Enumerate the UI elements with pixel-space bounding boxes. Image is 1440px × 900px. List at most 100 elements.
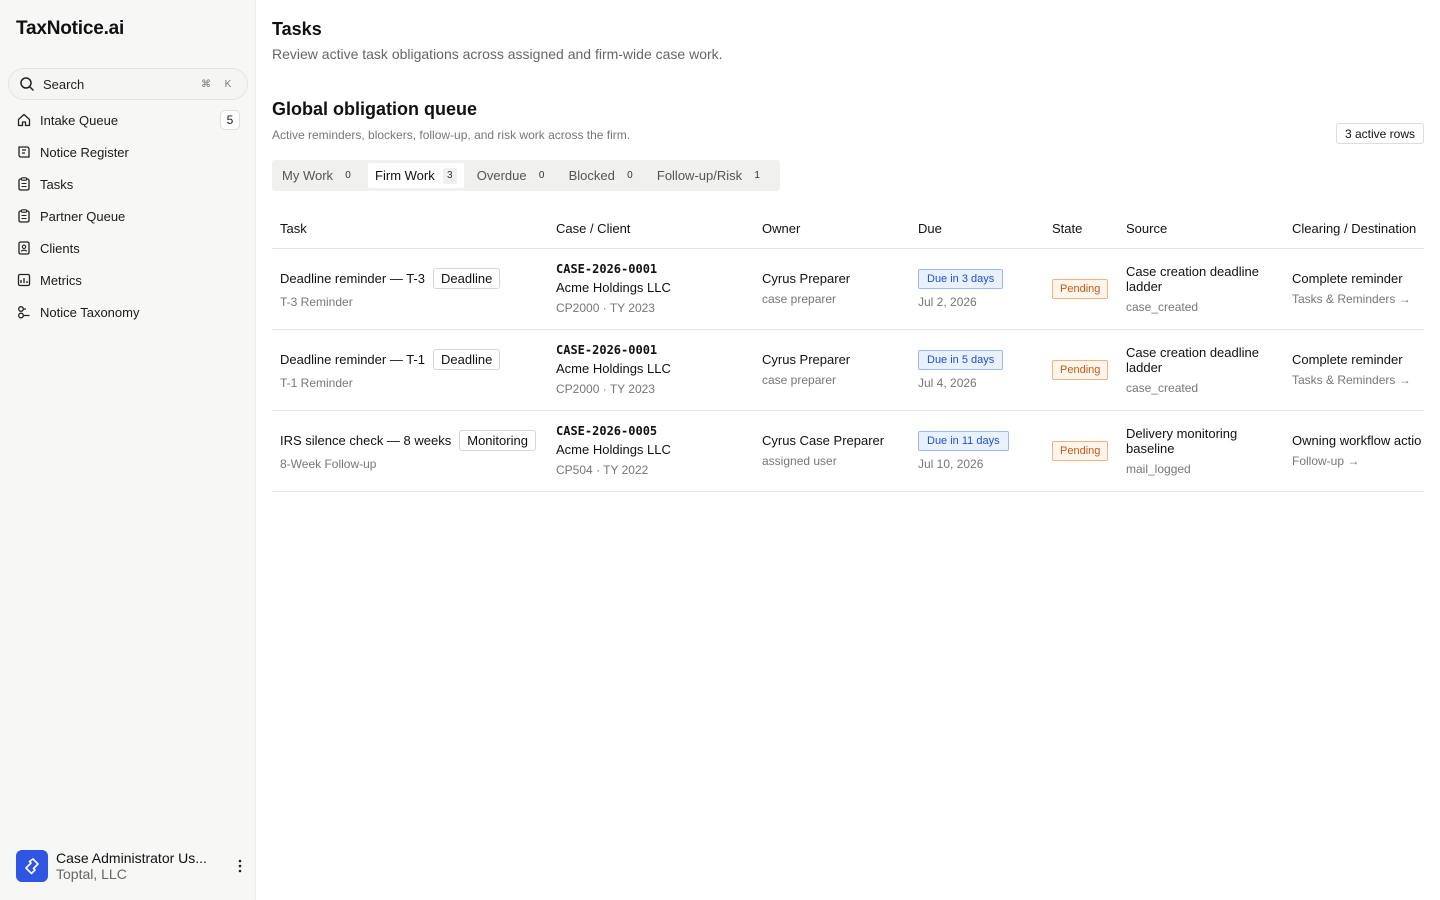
task-subtitle: T-3 Reminder [280,295,353,309]
sidebar-item-tasks[interactable]: Tasks [8,168,248,200]
case-id-link[interactable]: CASE-2026-0001 [556,343,754,357]
taxonomy-icon [16,304,32,320]
clearing-action: Complete reminder [1292,352,1403,367]
obligations-table: Task Case / Client Owner Due State Sourc… [272,210,1424,492]
due-date: Jul 4, 2026 [918,375,977,390]
due-badge: Due in 3 days [918,268,1004,289]
page-title: Tasks [272,19,322,39]
sidebar-item-partner-queue[interactable]: Partner Queue [8,200,248,232]
column-header-state: State [1044,210,1118,249]
column-header-clearing-destination: Clearing / Destination [1284,210,1424,249]
sidebar-item-label: Notice Register [40,144,129,160]
command-key-hint: ⌘ [201,78,211,90]
search-label: Search [43,76,85,92]
owner-role: assigned user [762,454,837,468]
task-title: Deadline reminder — T-3 [280,271,425,286]
page-subtitle: Review active task obligations across as… [272,46,723,62]
tab-label: Blocked [568,168,615,183]
tab-overdue[interactable]: Overdue 0 [470,163,556,188]
due-date: Jul 10, 2026 [918,456,984,471]
tab-label: Firm Work [375,168,435,183]
tab-count: 1 [754,170,760,181]
destination-link[interactable]: Tasks & Reminders → [1292,292,1424,306]
sidebar-item-intake-queue[interactable]: Intake Queue 5 [8,104,248,136]
source-code: case_created [1126,380,1199,395]
notice-type: CP2000 · TY 2023 [556,301,655,315]
source-code: mail_logged [1126,461,1191,476]
due-badge: Due in 5 days [918,349,1004,370]
source-code: case_created [1126,299,1199,314]
sidebar-item-notice-register[interactable]: Notice Register [8,136,248,168]
user-org: Toptal, LLC [56,866,127,882]
destination-link[interactable]: Follow-up → [1292,454,1424,468]
destination-link[interactable]: Tasks & Reminders → [1292,373,1424,387]
table-row[interactable]: Deadline reminder — T-1 Deadline T-1 Remi… [272,329,1424,411]
owner-role: case preparer [762,292,837,306]
more-vertical-icon[interactable] [232,859,248,873]
sidebar-item-label: Metrics [40,272,82,288]
sidebar-item-notice-taxonomy[interactable]: Notice Taxonomy [8,296,248,328]
tab-count: 0 [538,170,545,181]
task-tag: Deadline [433,268,501,289]
tab-follow-up-risk[interactable]: Follow-up/Risk 1 [650,163,771,188]
column-header-due: Due [910,210,1044,249]
sidebar-item-label: Tasks [40,176,74,192]
due-badge: Due in 11 days [918,430,1009,451]
owner-name: Cyrus Preparer [762,271,851,286]
section-title: Global obligation queue [272,99,477,119]
search-button[interactable]: Search ⌘ K [8,68,248,100]
owner-role: case preparer [762,373,837,387]
clearing-action: Complete reminder [1292,271,1403,286]
sidebar-item-metrics[interactable]: Metrics [8,264,248,296]
tab-count: 0 [627,170,633,181]
tab-blocked[interactable]: Blocked 0 [562,163,644,188]
sidebar-item-clients[interactable]: Clients [8,232,248,264]
user-name: Case Administrator Us... [56,850,207,866]
case-id-link[interactable]: CASE-2026-0005 [556,424,754,438]
column-header-owner: Owner [754,210,910,249]
contacts-icon [16,240,32,256]
register-icon [16,144,32,160]
tab-count: 3 [442,167,457,184]
table-header-row: Task Case / Client Owner Due State Sourc… [272,210,1424,249]
main-content: Tasks Review active task obligations acr… [256,0,1440,900]
column-header-task: Task [272,210,548,249]
sidebar-item-label: Notice Taxonomy [40,304,140,320]
task-title: IRS silence check — 8 weeks [280,433,452,448]
source-name: Delivery monitoring baseline [1126,425,1238,456]
case-id-link[interactable]: CASE-2026-0001 [556,262,754,276]
sidebar-nav: Intake Queue 5 Notice Register Tasks Par… [8,104,248,328]
queue-tabs: My Work 0 Firm Work 3 Overdue 0 Blocked … [272,160,781,191]
state-badge: Pending [1052,278,1109,299]
task-title: Deadline reminder — T-1 [280,352,425,367]
state-badge: Pending [1052,440,1109,461]
owner-name: Cyrus Case Preparer [762,433,885,448]
due-date: Jul 2, 2026 [918,294,977,309]
source-name: Case creation deadline ladder [1126,263,1259,294]
notice-type: CP504 · TY 2022 [556,463,649,477]
sidebar-item-label: Partner Queue [40,208,126,224]
home-icon [16,112,32,128]
tab-label: My Work [282,168,334,183]
active-rows-badge: 3 active rows [1335,123,1424,144]
tab-label: Follow-up/Risk [656,168,743,183]
task-subtitle: T-1 Reminder [280,376,353,390]
intake-count-badge: 5 [220,110,240,130]
tab-my-work[interactable]: My Work 0 [275,163,362,188]
chart-icon [16,272,32,288]
state-badge: Pending [1052,359,1109,380]
clearing-action: Owning workflow actio [1292,433,1422,448]
brand-logo-text[interactable]: TaxNotice.ai [16,18,124,40]
tab-firm-work[interactable]: Firm Work 3 [368,163,464,188]
table-row[interactable]: IRS silence check — 8 weeks Monitoring 8-… [272,410,1424,492]
owner-name: Cyrus Preparer [762,352,851,367]
user-account-menu[interactable]: Case Administrator Us... Toptal, LLC [16,848,248,884]
tab-label: Overdue [476,168,527,183]
client-name: Acme Holdings LLC [556,280,671,295]
k-key-hint: K [224,78,232,90]
tab-count: 0 [345,170,351,181]
column-header-case-client: Case / Client [548,210,754,249]
source-name: Case creation deadline ladder [1126,344,1259,375]
table-row[interactable]: Deadline reminder — T-3 Deadline T-3 Remi… [272,248,1424,330]
task-subtitle: 8-Week Follow-up [280,457,377,471]
